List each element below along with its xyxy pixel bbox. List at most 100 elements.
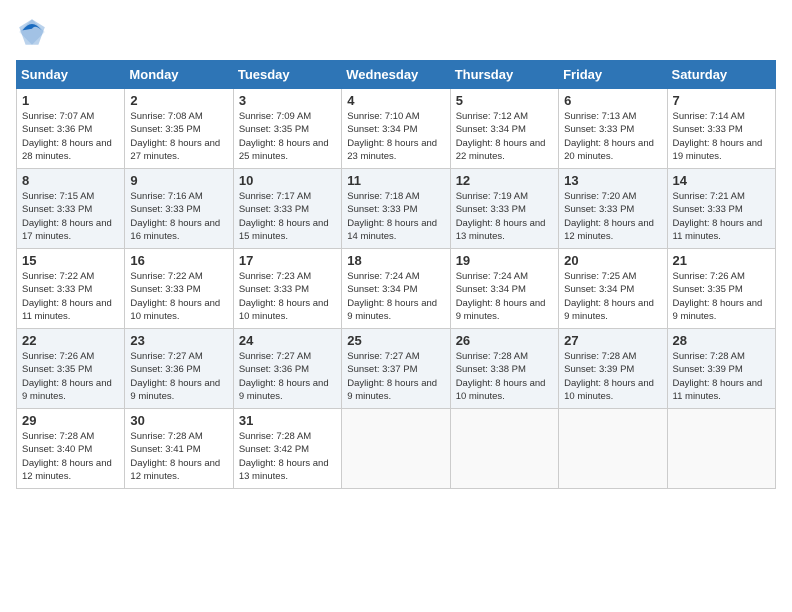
day-number: 28 [673, 333, 770, 348]
day-number: 17 [239, 253, 336, 268]
cell-info: Sunrise: 7:15 AMSunset: 3:33 PMDaylight:… [22, 191, 112, 242]
day-number: 25 [347, 333, 444, 348]
day-number: 21 [673, 253, 770, 268]
cell-info: Sunrise: 7:28 AMSunset: 3:42 PMDaylight:… [239, 431, 329, 482]
cell-info: Sunrise: 7:28 AMSunset: 3:38 PMDaylight:… [456, 351, 546, 402]
cell-info: Sunrise: 7:27 AMSunset: 3:36 PMDaylight:… [130, 351, 220, 402]
weekday-header-tuesday: Tuesday [233, 61, 341, 89]
calendar-cell: 22 Sunrise: 7:26 AMSunset: 3:35 PMDaylig… [17, 329, 125, 409]
calendar-cell: 24 Sunrise: 7:27 AMSunset: 3:36 PMDaylig… [233, 329, 341, 409]
cell-info: Sunrise: 7:13 AMSunset: 3:33 PMDaylight:… [564, 111, 654, 162]
calendar-cell: 9 Sunrise: 7:16 AMSunset: 3:33 PMDayligh… [125, 169, 233, 249]
day-number: 19 [456, 253, 553, 268]
day-number: 27 [564, 333, 661, 348]
cell-info: Sunrise: 7:14 AMSunset: 3:33 PMDaylight:… [673, 111, 763, 162]
day-number: 23 [130, 333, 227, 348]
day-number: 13 [564, 173, 661, 188]
calendar-cell: 23 Sunrise: 7:27 AMSunset: 3:36 PMDaylig… [125, 329, 233, 409]
calendar-cell [559, 409, 667, 489]
cell-info: Sunrise: 7:27 AMSunset: 3:36 PMDaylight:… [239, 351, 329, 402]
calendar-cell: 27 Sunrise: 7:28 AMSunset: 3:39 PMDaylig… [559, 329, 667, 409]
day-number: 31 [239, 413, 336, 428]
day-number: 11 [347, 173, 444, 188]
cell-info: Sunrise: 7:24 AMSunset: 3:34 PMDaylight:… [347, 271, 437, 322]
calendar-cell: 8 Sunrise: 7:15 AMSunset: 3:33 PMDayligh… [17, 169, 125, 249]
day-number: 2 [130, 93, 227, 108]
calendar-cell: 13 Sunrise: 7:20 AMSunset: 3:33 PMDaylig… [559, 169, 667, 249]
calendar-cell: 11 Sunrise: 7:18 AMSunset: 3:33 PMDaylig… [342, 169, 450, 249]
logo [16, 16, 52, 48]
day-number: 30 [130, 413, 227, 428]
cell-info: Sunrise: 7:27 AMSunset: 3:37 PMDaylight:… [347, 351, 437, 402]
cell-info: Sunrise: 7:16 AMSunset: 3:33 PMDaylight:… [130, 191, 220, 242]
calendar-week-1: 1 Sunrise: 7:07 AMSunset: 3:36 PMDayligh… [17, 89, 776, 169]
calendar-week-5: 29 Sunrise: 7:28 AMSunset: 3:40 PMDaylig… [17, 409, 776, 489]
calendar-table: SundayMondayTuesdayWednesdayThursdayFrid… [16, 60, 776, 489]
cell-info: Sunrise: 7:08 AMSunset: 3:35 PMDaylight:… [130, 111, 220, 162]
day-number: 8 [22, 173, 119, 188]
cell-info: Sunrise: 7:17 AMSunset: 3:33 PMDaylight:… [239, 191, 329, 242]
cell-info: Sunrise: 7:10 AMSunset: 3:34 PMDaylight:… [347, 111, 437, 162]
logo-icon [16, 16, 48, 48]
day-number: 7 [673, 93, 770, 108]
cell-info: Sunrise: 7:28 AMSunset: 3:40 PMDaylight:… [22, 431, 112, 482]
day-number: 24 [239, 333, 336, 348]
cell-info: Sunrise: 7:22 AMSunset: 3:33 PMDaylight:… [22, 271, 112, 322]
day-number: 16 [130, 253, 227, 268]
day-number: 15 [22, 253, 119, 268]
calendar-cell: 14 Sunrise: 7:21 AMSunset: 3:33 PMDaylig… [667, 169, 775, 249]
day-number: 5 [456, 93, 553, 108]
day-number: 20 [564, 253, 661, 268]
cell-info: Sunrise: 7:19 AMSunset: 3:33 PMDaylight:… [456, 191, 546, 242]
cell-info: Sunrise: 7:26 AMSunset: 3:35 PMDaylight:… [22, 351, 112, 402]
calendar-cell: 5 Sunrise: 7:12 AMSunset: 3:34 PMDayligh… [450, 89, 558, 169]
calendar-cell: 30 Sunrise: 7:28 AMSunset: 3:41 PMDaylig… [125, 409, 233, 489]
calendar-cell [342, 409, 450, 489]
calendar-cell: 17 Sunrise: 7:23 AMSunset: 3:33 PMDaylig… [233, 249, 341, 329]
cell-info: Sunrise: 7:12 AMSunset: 3:34 PMDaylight:… [456, 111, 546, 162]
cell-info: Sunrise: 7:09 AMSunset: 3:35 PMDaylight:… [239, 111, 329, 162]
weekday-header-thursday: Thursday [450, 61, 558, 89]
day-number: 3 [239, 93, 336, 108]
page-header [16, 16, 776, 48]
cell-info: Sunrise: 7:07 AMSunset: 3:36 PMDaylight:… [22, 111, 112, 162]
calendar-cell: 6 Sunrise: 7:13 AMSunset: 3:33 PMDayligh… [559, 89, 667, 169]
cell-info: Sunrise: 7:22 AMSunset: 3:33 PMDaylight:… [130, 271, 220, 322]
day-number: 1 [22, 93, 119, 108]
calendar-cell: 28 Sunrise: 7:28 AMSunset: 3:39 PMDaylig… [667, 329, 775, 409]
day-number: 10 [239, 173, 336, 188]
day-number: 9 [130, 173, 227, 188]
calendar-cell: 2 Sunrise: 7:08 AMSunset: 3:35 PMDayligh… [125, 89, 233, 169]
calendar-cell: 16 Sunrise: 7:22 AMSunset: 3:33 PMDaylig… [125, 249, 233, 329]
day-number: 4 [347, 93, 444, 108]
weekday-header-sunday: Sunday [17, 61, 125, 89]
day-number: 14 [673, 173, 770, 188]
calendar-cell: 10 Sunrise: 7:17 AMSunset: 3:33 PMDaylig… [233, 169, 341, 249]
calendar-cell: 26 Sunrise: 7:28 AMSunset: 3:38 PMDaylig… [450, 329, 558, 409]
cell-info: Sunrise: 7:26 AMSunset: 3:35 PMDaylight:… [673, 271, 763, 322]
calendar-cell: 31 Sunrise: 7:28 AMSunset: 3:42 PMDaylig… [233, 409, 341, 489]
day-number: 12 [456, 173, 553, 188]
calendar-cell: 1 Sunrise: 7:07 AMSunset: 3:36 PMDayligh… [17, 89, 125, 169]
day-number: 6 [564, 93, 661, 108]
calendar-cell [667, 409, 775, 489]
calendar-week-4: 22 Sunrise: 7:26 AMSunset: 3:35 PMDaylig… [17, 329, 776, 409]
calendar-cell: 4 Sunrise: 7:10 AMSunset: 3:34 PMDayligh… [342, 89, 450, 169]
day-number: 18 [347, 253, 444, 268]
cell-info: Sunrise: 7:20 AMSunset: 3:33 PMDaylight:… [564, 191, 654, 242]
weekday-header-wednesday: Wednesday [342, 61, 450, 89]
calendar-cell: 25 Sunrise: 7:27 AMSunset: 3:37 PMDaylig… [342, 329, 450, 409]
calendar-cell: 21 Sunrise: 7:26 AMSunset: 3:35 PMDaylig… [667, 249, 775, 329]
cell-info: Sunrise: 7:23 AMSunset: 3:33 PMDaylight:… [239, 271, 329, 322]
cell-info: Sunrise: 7:28 AMSunset: 3:41 PMDaylight:… [130, 431, 220, 482]
calendar-cell: 7 Sunrise: 7:14 AMSunset: 3:33 PMDayligh… [667, 89, 775, 169]
cell-info: Sunrise: 7:28 AMSunset: 3:39 PMDaylight:… [564, 351, 654, 402]
day-number: 22 [22, 333, 119, 348]
cell-info: Sunrise: 7:24 AMSunset: 3:34 PMDaylight:… [456, 271, 546, 322]
weekday-header-saturday: Saturday [667, 61, 775, 89]
cell-info: Sunrise: 7:18 AMSunset: 3:33 PMDaylight:… [347, 191, 437, 242]
calendar-cell [450, 409, 558, 489]
cell-info: Sunrise: 7:21 AMSunset: 3:33 PMDaylight:… [673, 191, 763, 242]
calendar-cell: 18 Sunrise: 7:24 AMSunset: 3:34 PMDaylig… [342, 249, 450, 329]
cell-info: Sunrise: 7:25 AMSunset: 3:34 PMDaylight:… [564, 271, 654, 322]
